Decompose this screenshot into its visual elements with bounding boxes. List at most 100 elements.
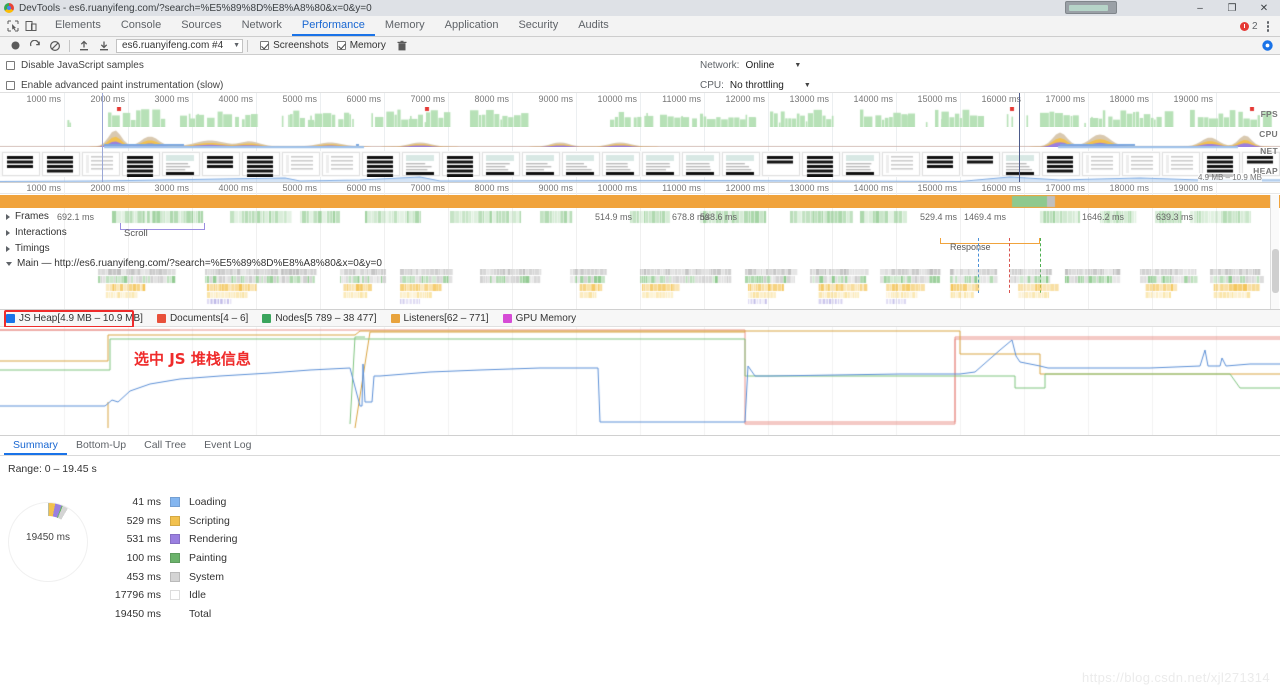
- tab-audits[interactable]: Audits: [568, 16, 619, 36]
- error-count-badge[interactable]: 2: [1239, 21, 1258, 32]
- more-options-icon[interactable]: [1262, 21, 1275, 32]
- legend-label: Painting: [189, 552, 227, 565]
- clear-recording-icon[interactable]: [45, 37, 65, 55]
- tab-bottom-up[interactable]: Bottom-Up: [67, 436, 135, 455]
- memory-label: Memory: [349, 40, 386, 51]
- legend-label: Scripting: [189, 514, 230, 527]
- error-icon: [1239, 22, 1249, 31]
- ruler-tick-label: 4000 ms: [218, 183, 253, 193]
- toggle-device-toolbar-icon[interactable]: [23, 18, 39, 34]
- expand-arrow-icon[interactable]: [6, 229, 10, 236]
- network-throttling-select[interactable]: Network: Online ▼: [700, 60, 801, 71]
- legend-row-painting[interactable]: 100 ms Painting: [110, 549, 330, 568]
- minimize-icon[interactable]: –: [1184, 0, 1216, 16]
- frame-duration: 514.9 ms: [595, 212, 633, 222]
- legend-value: 17796 ms: [114, 589, 161, 602]
- tab-thumbnail[interactable]: [1065, 1, 1117, 14]
- overview-selection-start-handle[interactable]: [102, 93, 103, 182]
- save-profile-icon[interactable]: [94, 37, 114, 55]
- ruler-tick-label: 11000 ms: [662, 94, 701, 104]
- legend-value: 100 ms: [126, 552, 161, 565]
- ruler-tick-label: 15000 ms: [917, 183, 957, 193]
- trash-icon[interactable]: [392, 37, 412, 55]
- tab-summary[interactable]: Summary: [4, 436, 67, 455]
- frame-duration: 639.3 ms: [1156, 212, 1194, 222]
- tab-security[interactable]: Security: [508, 16, 568, 36]
- ruler-tick-label: 5000 ms: [282, 183, 317, 193]
- tab-event-log[interactable]: Event Log: [195, 436, 260, 455]
- ruler-tick-label: 15000 ms: [917, 94, 957, 104]
- checkbox-box: [6, 313, 15, 323]
- profile-select-value: es6.ruanyifeng.com #4: [122, 40, 224, 51]
- overview-label-net: NET: [1260, 146, 1278, 156]
- enable-paint-instrumentation-checkbox[interactable]: Enable advanced paint instrumentation (s…: [6, 80, 223, 91]
- tab-network[interactable]: Network: [232, 16, 292, 36]
- cpu-throttling-select[interactable]: CPU: No throttling ▼: [700, 80, 811, 91]
- screenshots-checkbox[interactable]: Screenshots: [260, 40, 329, 51]
- checkbox-box: [262, 313, 272, 323]
- legend-row-system[interactable]: 453 ms System: [110, 567, 330, 586]
- tab-memory[interactable]: Memory: [375, 16, 435, 36]
- main-flame-chart[interactable]: [0, 269, 1280, 309]
- cpu-label: CPU:: [700, 80, 724, 91]
- ruler-tick-label: 13000 ms: [789, 183, 829, 193]
- tab-elements[interactable]: Elements: [45, 16, 111, 36]
- counter-nodes[interactable]: Nodes[5 789 – 38 477]: [262, 313, 377, 324]
- frame-duration: 692.1 ms: [57, 212, 95, 222]
- ruler-tick-label: 7000 ms: [410, 94, 445, 104]
- timeline-tracks[interactable]: 1000 ms 2000 ms 3000 ms 4000 ms 5000 ms 6000 …: [0, 183, 1280, 310]
- memory-checkbox[interactable]: Memory: [336, 40, 386, 51]
- collapse-arrow-icon[interactable]: [6, 261, 12, 266]
- toolbar-divider-2: [247, 39, 249, 52]
- devtools-panel-tabs: Elements Console Sources Network Perform…: [45, 16, 619, 36]
- memory-counters-chart[interactable]: [0, 327, 1280, 436]
- legend-row-idle[interactable]: 17796 ms Idle: [110, 586, 330, 605]
- legend-value: 531 ms: [126, 533, 161, 546]
- record-circle-icon[interactable]: [5, 37, 25, 55]
- checkbox-box: [336, 41, 346, 50]
- tab-sources[interactable]: Sources: [171, 16, 231, 36]
- track-timings[interactable]: Timings: [0, 241, 1280, 256]
- legend-row-loading[interactable]: 41 ms Loading: [110, 493, 330, 512]
- tab-console[interactable]: Console: [111, 16, 171, 36]
- load-profile-icon[interactable]: [74, 37, 94, 55]
- counter-js-heap[interactable]: JS Heap[4.9 MB – 10.9 MB]: [6, 313, 143, 324]
- gear-icon[interactable]: [1261, 39, 1274, 55]
- devtools-tool-icons: [0, 16, 45, 36]
- overview-selection-end-handle[interactable]: [1019, 93, 1020, 182]
- tracks-scrollbar-thumb[interactable]: [1272, 249, 1279, 293]
- maximize-icon[interactable]: ❐: [1216, 0, 1248, 16]
- chevron-down-icon: ▼: [794, 62, 802, 69]
- expand-arrow-icon[interactable]: [6, 245, 10, 252]
- close-icon[interactable]: ✕: [1248, 0, 1280, 16]
- profile-select[interactable]: es6.ruanyifeng.com #4 ▼: [116, 38, 244, 53]
- cpu-value: No throttling: [729, 80, 784, 91]
- legend-swatch-scripting: [170, 515, 180, 526]
- checkbox-box: [6, 61, 15, 70]
- legend-row-scripting[interactable]: 529 ms Scripting: [110, 512, 330, 531]
- tab-application[interactable]: Application: [435, 16, 509, 36]
- counter-gpu-memory-label: GPU Memory: [515, 312, 577, 324]
- screenshots-label: Screenshots: [273, 40, 329, 51]
- tab-call-tree[interactable]: Call Tree: [135, 436, 195, 455]
- ruler-tick-label: 7000 ms: [410, 183, 445, 193]
- chevron-down-icon: ▼: [233, 42, 241, 49]
- counter-gpu-memory[interactable]: GPU Memory: [502, 312, 577, 324]
- inspect-element-icon[interactable]: [5, 18, 21, 34]
- legend-row-rendering[interactable]: 531 ms Rendering: [110, 530, 330, 549]
- counter-documents[interactable]: Documents[4 – 6]: [156, 312, 249, 324]
- timeline-overview[interactable]: 1000 ms 2000 ms 3000 ms 4000 ms 5000 ms 6000 …: [0, 93, 1280, 183]
- timing-response-label: Response: [950, 242, 991, 252]
- network-value: Online: [745, 60, 775, 71]
- detail-tab-bar: Summary Bottom-Up Call Tree Event Log: [0, 436, 1280, 456]
- ruler-tick-label: 17000 ms: [1045, 94, 1085, 104]
- tab-performance[interactable]: Performance: [291, 16, 375, 36]
- counter-listeners[interactable]: Listeners[62 – 771]: [390, 312, 489, 324]
- counter-listeners-label: Listeners[62 – 771]: [403, 312, 489, 324]
- disable-js-samples-checkbox[interactable]: Disable JavaScript samples: [6, 60, 144, 71]
- checkbox-box: [390, 313, 400, 323]
- counter-documents-label: Documents[4 – 6]: [169, 312, 249, 324]
- heap-range-label: 4.9 MB – 10.9 MB: [1197, 173, 1262, 182]
- ruler-tick-label: 6000 ms: [346, 94, 381, 104]
- reload-and-record-icon[interactable]: [25, 37, 45, 55]
